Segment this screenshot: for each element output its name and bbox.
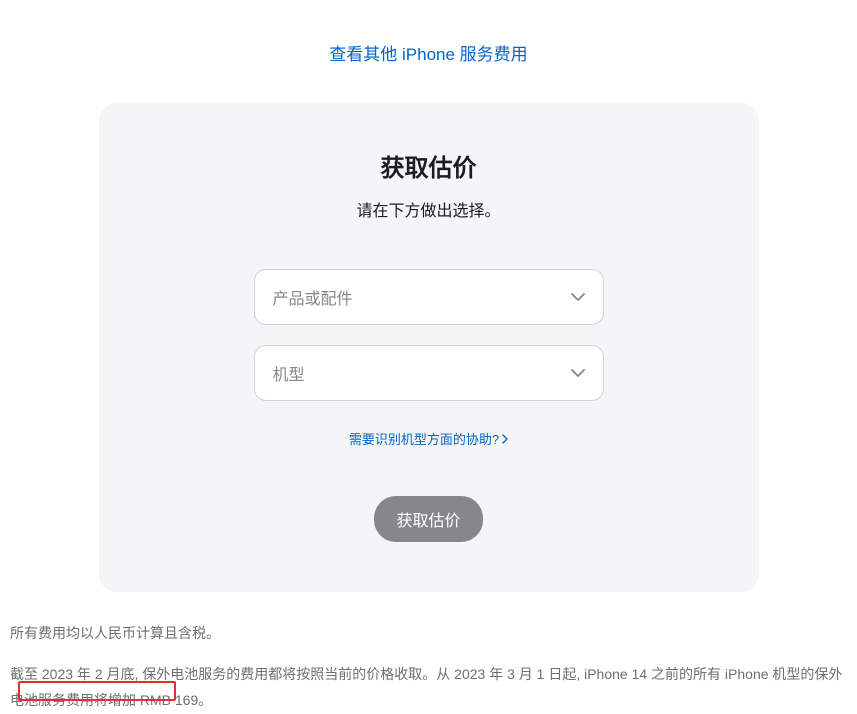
chevron-down-icon <box>571 293 585 301</box>
view-other-services-link[interactable]: 查看其他 iPhone 服务费用 <box>0 40 857 65</box>
price-increase-notice: 截至 2023 年 2 月底, 保外电池服务的费用都将按照当前的价格收取。从 2… <box>10 661 847 714</box>
model-select-placeholder: 机型 <box>273 361 305 385</box>
identify-model-help-link[interactable]: 需要识别机型方面的协助? <box>349 429 508 448</box>
card-subtitle: 请在下方做出选择。 <box>139 197 719 221</box>
footer-notes: 所有费用均以人民币计算且含税。 截至 2023 年 2 月底, 保外电池服务的费… <box>0 620 857 714</box>
card-title: 获取估价 <box>139 148 719 183</box>
product-select[interactable]: 产品或配件 <box>254 269 604 325</box>
chevron-right-icon <box>502 434 508 444</box>
tax-note: 所有费用均以人民币计算且含税。 <box>10 620 847 647</box>
model-select[interactable]: 机型 <box>254 345 604 401</box>
chevron-down-icon <box>571 369 585 377</box>
product-select-placeholder: 产品或配件 <box>273 285 353 309</box>
help-link-text: 需要识别机型方面的协助? <box>349 429 499 448</box>
estimate-card: 获取估价 请在下方做出选择。 产品或配件 机型 需要识别机型方面的协助? 获取估… <box>99 103 759 592</box>
get-estimate-button[interactable]: 获取估价 <box>374 496 482 542</box>
